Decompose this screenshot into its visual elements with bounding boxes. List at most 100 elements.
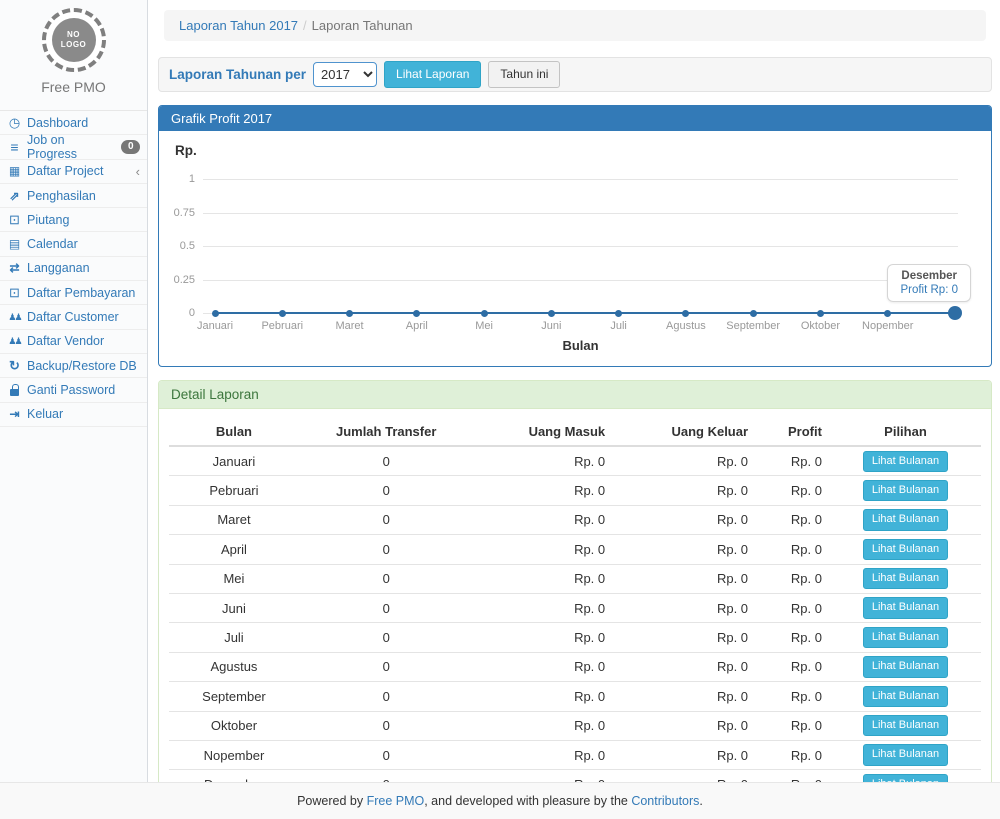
lihat-bulanan-button[interactable]: Lihat Bulanan — [863, 656, 948, 677]
filter-label: Laporan Tahunan per — [169, 67, 306, 82]
tooltip-value: Profit Rp: 0 — [900, 284, 958, 296]
cell-keluar: Rp. 0 — [613, 446, 756, 476]
x-tick-label: Nopember — [851, 320, 925, 332]
sidebar-item[interactable]: Ganti Password — [0, 378, 147, 402]
cell-masuk: Rp. 0 — [473, 740, 613, 769]
lihat-bulanan-button[interactable]: Lihat Bulanan — [863, 451, 948, 472]
sidebar-item-label: Daftar Customer — [27, 310, 119, 324]
breadcrumb-link[interactable]: Laporan Tahun 2017 — [179, 18, 298, 33]
lihat-bulanan-button[interactable]: Lihat Bulanan — [863, 539, 948, 560]
col-transfer: Jumlah Transfer — [299, 418, 474, 446]
data-point[interactable] — [279, 310, 286, 317]
cell-bulan: Juni — [169, 593, 299, 622]
tahun-ini-button[interactable]: Tahun ini — [488, 61, 560, 88]
table-row: Pebruari 0 Rp. 0 Rp. 0 Rp. 0 Lihat Bulan… — [169, 476, 981, 505]
lihat-laporan-button[interactable]: Lihat Laporan — [384, 61, 481, 88]
data-point[interactable] — [750, 310, 757, 317]
lock-icon — [7, 383, 22, 397]
y-tick-label: 0.25 — [159, 274, 195, 286]
data-point[interactable] — [346, 310, 353, 317]
footer-text-1: Powered by — [297, 794, 366, 808]
sidebar-item[interactable]: Dashboard — [0, 111, 147, 135]
cell-masuk: Rp. 0 — [473, 535, 613, 564]
cell-bulan: Agustus — [169, 652, 299, 681]
sidebar-item[interactable]: Job on Progress 0 — [0, 135, 147, 159]
lihat-bulanan-button[interactable]: Lihat Bulanan — [863, 568, 948, 589]
year-select[interactable]: 2017 — [313, 62, 377, 87]
cell-bulan: Nopember — [169, 740, 299, 769]
data-point[interactable] — [413, 310, 420, 317]
data-point[interactable] — [212, 310, 219, 317]
sidebar-item-label: Calendar — [27, 237, 78, 251]
cell-transfer: 0 — [299, 505, 474, 534]
col-pilihan: Pilihan — [830, 418, 981, 446]
data-point[interactable] — [884, 310, 891, 317]
lihat-bulanan-button[interactable]: Lihat Bulanan — [863, 480, 948, 501]
sidebar-item[interactable]: Langganan — [0, 257, 147, 281]
retweet-icon — [7, 261, 22, 275]
cell-masuk: Rp. 0 — [473, 476, 613, 505]
cell-transfer: 0 — [299, 476, 474, 505]
col-bulan: Bulan — [169, 418, 299, 446]
y-axis-title: Rp. — [175, 143, 197, 158]
data-point[interactable] — [817, 310, 824, 317]
cell-profit: Rp. 0 — [756, 446, 830, 476]
data-point[interactable] — [481, 310, 488, 317]
table-header-row: Bulan Jumlah Transfer Uang Masuk Uang Ke… — [169, 418, 981, 446]
page-footer: Powered by Free PMO, and developed with … — [0, 782, 1000, 819]
sidebar-item[interactable]: Daftar Project ‹ — [0, 160, 147, 184]
lihat-bulanan-button[interactable]: Lihat Bulanan — [863, 715, 948, 736]
data-point[interactable] — [548, 310, 555, 317]
cell-profit: Rp. 0 — [756, 593, 830, 622]
cell-profit: Rp. 0 — [756, 652, 830, 681]
x-tick-label: April — [380, 320, 454, 332]
data-point[interactable] — [948, 306, 962, 320]
money-icon — [7, 213, 22, 227]
col-keluar: Uang Keluar — [613, 418, 756, 446]
sidebar-item[interactable]: Daftar Customer — [0, 305, 147, 329]
data-point[interactable] — [682, 310, 689, 317]
cell-masuk: Rp. 0 — [473, 593, 613, 622]
data-point[interactable] — [615, 310, 622, 317]
sidebar-item[interactable]: Keluar — [0, 403, 147, 427]
cell-keluar: Rp. 0 — [613, 740, 756, 769]
table-row: September 0 Rp. 0 Rp. 0 Rp. 0 Lihat Bula… — [169, 682, 981, 711]
cell-transfer: 0 — [299, 535, 474, 564]
lihat-bulanan-button[interactable]: Lihat Bulanan — [863, 744, 948, 765]
table-row: Agustus 0 Rp. 0 Rp. 0 Rp. 0 Lihat Bulana… — [169, 652, 981, 681]
lihat-bulanan-button[interactable]: Lihat Bulanan — [863, 509, 948, 530]
table-row: Nopember 0 Rp. 0 Rp. 0 Rp. 0 Lihat Bulan… — [169, 740, 981, 769]
sidebar-item[interactable]: Piutang — [0, 208, 147, 232]
contributors-link[interactable]: Contributors — [631, 794, 699, 808]
sidebar-item[interactable]: Daftar Pembayaran — [0, 281, 147, 305]
lihat-bulanan-button[interactable]: Lihat Bulanan — [863, 627, 948, 648]
sidebar-item[interactable]: Calendar — [0, 232, 147, 256]
cell-transfer: 0 — [299, 446, 474, 476]
cell-bulan: Januari — [169, 446, 299, 476]
cell-keluar: Rp. 0 — [613, 564, 756, 593]
cell-profit: Rp. 0 — [756, 505, 830, 534]
lihat-bulanan-button[interactable]: Lihat Bulanan — [863, 597, 948, 618]
sidebar-item[interactable]: Backup/Restore DB — [0, 354, 147, 378]
report-table: Bulan Jumlah Transfer Uang Masuk Uang Ke… — [169, 418, 981, 782]
sidebar-item[interactable]: Daftar Vendor — [0, 330, 147, 354]
sidebar-item[interactable]: Penghasilan — [0, 184, 147, 208]
cell-profit: Rp. 0 — [756, 711, 830, 740]
cell-transfer: 0 — [299, 711, 474, 740]
cell-bulan: Juli — [169, 623, 299, 652]
col-masuk: Uang Masuk — [473, 418, 613, 446]
breadcrumb-separator: / — [298, 18, 312, 33]
cell-profit: Rp. 0 — [756, 535, 830, 564]
lihat-bulanan-button[interactable]: Lihat Bulanan — [863, 686, 948, 707]
table-row: Juli 0 Rp. 0 Rp. 0 Rp. 0 Lihat Bulanan — [169, 623, 981, 652]
cell-keluar: Rp. 0 — [613, 535, 756, 564]
sidebar-item-label: Ganti Password — [27, 383, 115, 397]
detail-panel-title: Detail Laporan — [159, 381, 991, 409]
sidebar-item-label: Daftar Project — [27, 164, 103, 178]
free-pmo-link[interactable]: Free PMO — [367, 794, 425, 808]
table-row: April 0 Rp. 0 Rp. 0 Rp. 0 Lihat Bulanan — [169, 535, 981, 564]
x-tick-label: Agustus — [649, 320, 723, 332]
sidebar-item-label: Dashboard — [27, 116, 88, 130]
lihat-bulanan-button[interactable]: Lihat Bulanan — [863, 774, 948, 782]
main-content: Laporan Tahun 2017/Laporan Tahunan Lapor… — [149, 0, 1000, 782]
